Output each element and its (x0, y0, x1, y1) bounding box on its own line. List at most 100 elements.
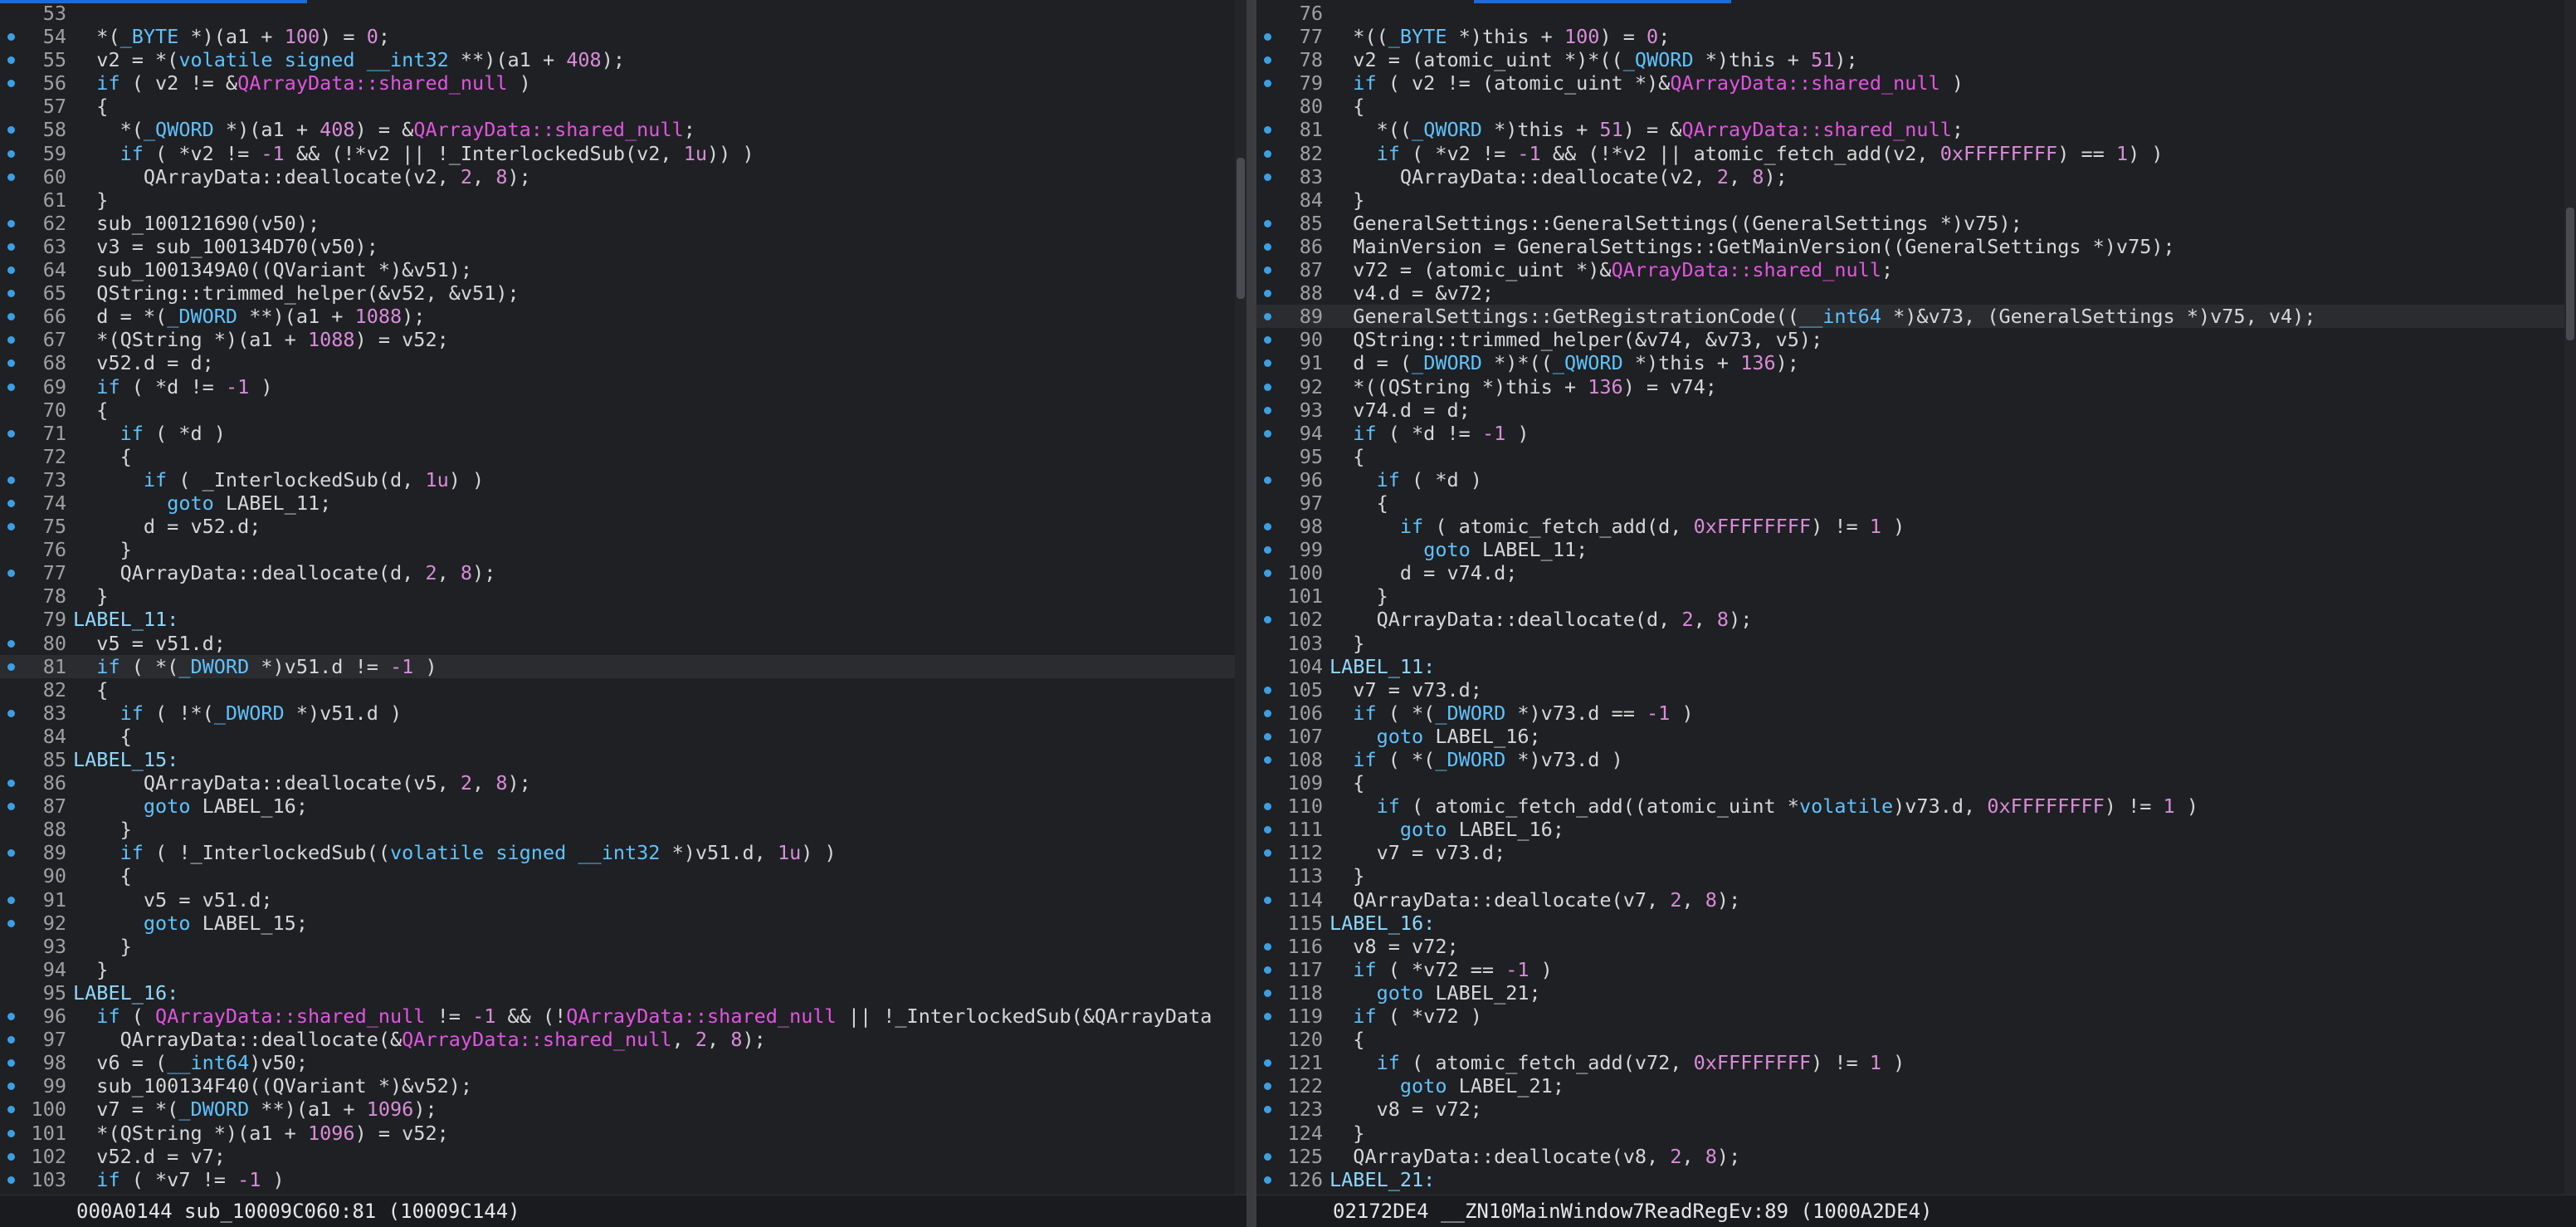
code-line[interactable]: 79 LABEL_11: (0, 608, 1247, 631)
code-text[interactable]: { (73, 95, 108, 118)
code-text[interactable]: goto LABEL_11; (1329, 538, 1588, 561)
code-line[interactable]: 94 if ( *d != -1 ) (1256, 422, 2576, 445)
code-line[interactable]: 60 QArrayData::deallocate(v2, 2, 8); (0, 165, 1247, 188)
code-line[interactable]: 103 } (1256, 632, 2576, 655)
code-text[interactable]: d = v74.d; (1329, 561, 1518, 584)
code-text[interactable]: *((QString *)this + 136) = v74; (1329, 375, 1717, 398)
line-marker-icon[interactable] (7, 266, 15, 275)
line-marker-icon[interactable] (1264, 242, 1271, 251)
line-marker-icon[interactable] (1264, 1152, 1271, 1161)
line-marker-icon[interactable] (1264, 896, 1271, 904)
code-text[interactable]: { (1329, 1028, 1364, 1051)
line-marker-icon[interactable] (1264, 849, 1271, 858)
code-line[interactable]: 116 v8 = v72; (1256, 935, 2576, 958)
code-line[interactable]: 59 if ( *v2 != -1 && (!*v2 || !_Interloc… (0, 142, 1247, 165)
code-text[interactable]: *((_QWORD *)this + 51) = &QArrayData::sh… (1329, 118, 1964, 141)
code-text[interactable]: } (73, 584, 108, 608)
code-line[interactable]: 121 if ( atomic_fetch_add(v72, 0xFFFFFFF… (1256, 1051, 2576, 1074)
code-line[interactable]: 89 GeneralSettings::GetRegistrationCode(… (1256, 305, 2576, 329)
code-line[interactable]: 65 QString::trimmed_helper(&v52, &v51); (0, 281, 1247, 305)
line-marker-icon[interactable] (7, 56, 15, 65)
code-text[interactable]: QArrayData::deallocate(d, 2, 8); (73, 561, 496, 584)
line-marker-icon[interactable] (1264, 80, 1271, 88)
code-text[interactable]: GeneralSettings::GeneralSettings((Genera… (1329, 212, 2022, 235)
code-text[interactable]: if ( atomic_fetch_add(v72, 0xFFFFFFFF) !… (1329, 1051, 1905, 1074)
code-line[interactable]: 95 { (1256, 445, 2576, 468)
line-marker-icon[interactable] (7, 570, 15, 578)
code-line[interactable]: 89 if ( !_InterlockedSub((volatile signe… (0, 841, 1247, 864)
line-marker-icon[interactable] (1264, 149, 1271, 158)
line-marker-icon[interactable] (1264, 406, 1271, 414)
line-marker-icon[interactable] (1264, 803, 1271, 811)
line-marker-icon[interactable] (7, 1106, 15, 1114)
code-text[interactable]: sub_1001349A0((QVariant *)&v51); (73, 258, 472, 281)
code-line[interactable]: 124 } (1256, 1122, 2576, 1145)
line-marker-icon[interactable] (7, 709, 15, 717)
code-text[interactable]: if ( *d != -1 ) (1329, 422, 1529, 445)
code-text[interactable]: { (73, 445, 132, 468)
line-marker-icon[interactable] (7, 1013, 15, 1021)
code-line[interactable]: 76 } (0, 538, 1247, 561)
line-marker-icon[interactable] (7, 1059, 15, 1068)
code-line[interactable]: 77 *((_BYTE *)this + 100) = 0; (1256, 25, 2576, 48)
left-scrollbar[interactable] (1235, 0, 1247, 1195)
code-line[interactable]: 95 LABEL_16: (0, 981, 1247, 1005)
code-text[interactable]: sub_100121690(v50); (73, 212, 320, 235)
line-marker-icon[interactable] (1264, 313, 1271, 321)
code-line[interactable]: 83 QArrayData::deallocate(v2, 2, 8); (1256, 165, 2576, 188)
line-marker-icon[interactable] (7, 1176, 15, 1184)
code-text[interactable]: } (1329, 632, 1364, 655)
code-text[interactable]: v74.d = d; (1329, 398, 1471, 422)
code-line[interactable]: 88 } (0, 818, 1247, 841)
code-line[interactable]: 87 v72 = (atomic_uint *)&QArrayData::sha… (1256, 258, 2576, 281)
code-text[interactable]: if ( !*(_DWORD *)v51.d ) (73, 701, 402, 725)
line-marker-icon[interactable] (1264, 826, 1271, 834)
line-marker-icon[interactable] (1264, 523, 1271, 531)
left-pseudocode-pane[interactable]: 53 54 *(_BYTE *)(a1 + 100) = 0; 55 v2 = *(… (0, 0, 1247, 1227)
code-text[interactable]: LABEL_15: (73, 748, 178, 771)
code-line[interactable]: 88 v4.d = &v72; (1256, 281, 2576, 305)
code-line[interactable]: 81 if ( *(_DWORD *)v51.d != -1 ) (0, 654, 1247, 678)
code-text[interactable]: QArrayData::deallocate(v5, 2, 8); (73, 771, 531, 794)
line-marker-icon[interactable] (1264, 336, 1271, 345)
code-line[interactable]: 118 goto LABEL_21; (1256, 981, 2576, 1005)
code-line[interactable]: 99 sub_100134F40((QVariant *)&v52); (0, 1074, 1247, 1097)
code-line[interactable]: 79 if ( v2 != (atomic_uint *)&QArrayData… (1256, 71, 2576, 95)
code-text[interactable]: if ( *v72 == -1 ) (1329, 958, 1553, 981)
code-line[interactable]: 126 LABEL_21: (1256, 1168, 2576, 1191)
code-line[interactable]: 97 { (1256, 491, 2576, 515)
code-text[interactable]: v3 = sub_100134D70(v50); (73, 235, 378, 258)
code-text[interactable]: { (1329, 491, 1388, 515)
code-text[interactable]: goto LABEL_21; (1329, 1074, 1564, 1097)
line-marker-icon[interactable] (7, 1036, 15, 1044)
code-text[interactable]: } (1329, 584, 1388, 608)
code-text[interactable]: { (73, 678, 108, 701)
code-text[interactable]: { (1329, 445, 1364, 468)
code-line[interactable]: 70 { (0, 398, 1247, 422)
code-line[interactable]: 106 if ( *(_DWORD *)v73.d == -1 ) (1256, 701, 2576, 725)
code-text[interactable]: QArrayData::deallocate(v7, 2, 8); (1329, 888, 1740, 912)
code-line[interactable]: 76 (1256, 2, 2576, 25)
code-line[interactable]: 120 { (1256, 1028, 2576, 1051)
line-marker-icon[interactable] (1264, 1106, 1271, 1114)
code-text[interactable]: *(_BYTE *)(a1 + 100) = 0; (73, 25, 390, 48)
code-line[interactable]: 71 if ( *d ) (0, 422, 1247, 445)
code-text[interactable]: } (73, 818, 132, 841)
code-text[interactable]: goto LABEL_11; (73, 491, 331, 515)
code-line[interactable]: 109 { (1256, 771, 2576, 794)
line-marker-icon[interactable] (1264, 686, 1271, 694)
code-line[interactable]: 86 MainVersion = GeneralSettings::GetMai… (1256, 235, 2576, 258)
code-line[interactable]: 85 GeneralSettings::GeneralSettings((Gen… (1256, 212, 2576, 235)
code-text[interactable]: v5 = v51.d; (73, 632, 226, 655)
line-marker-icon[interactable] (1264, 546, 1271, 555)
pane-splitter[interactable] (1247, 0, 1256, 1227)
code-text[interactable]: v6 = (__int64)v50; (73, 1051, 308, 1074)
code-text[interactable]: QArrayData::deallocate(&QArrayData::shar… (73, 1028, 766, 1051)
code-line[interactable]: 122 goto LABEL_21; (1256, 1074, 2576, 1097)
line-marker-icon[interactable] (7, 896, 15, 904)
line-marker-icon[interactable] (7, 173, 15, 181)
code-text[interactable]: if ( *(_DWORD *)v51.d != -1 ) (73, 655, 437, 678)
code-text[interactable]: v2 = (atomic_uint *)*((_QWORD *)this + 5… (1329, 48, 1857, 71)
code-line[interactable]: 113 } (1256, 864, 2576, 887)
code-text[interactable]: } (1329, 864, 1364, 887)
